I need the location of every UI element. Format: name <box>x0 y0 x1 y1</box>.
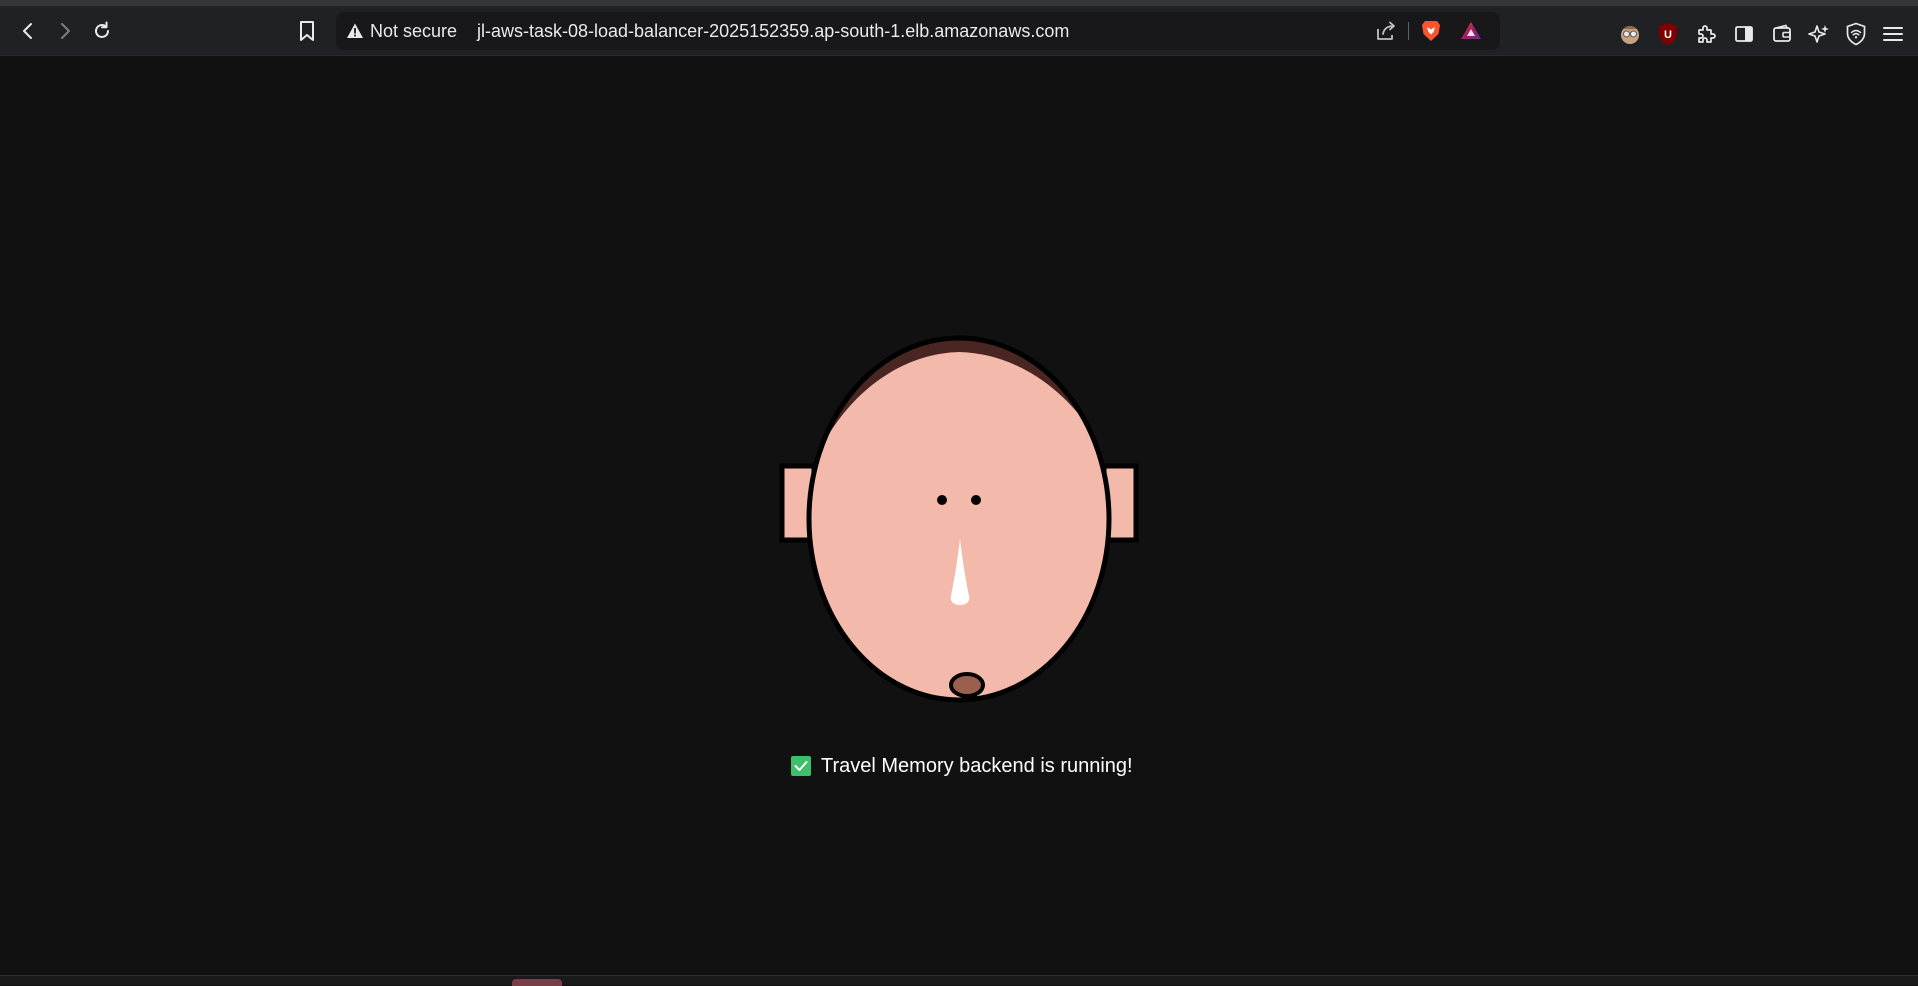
menu-button[interactable] <box>1881 22 1905 46</box>
ublock-button[interactable]: U <box>1656 22 1680 46</box>
status-message: Travel Memory backend is running! <box>791 752 1133 780</box>
leo-ai-button[interactable] <box>1807 22 1831 46</box>
page-content: Travel Memory backend is running! <box>0 56 1918 975</box>
vpn-button[interactable] <box>1844 22 1868 46</box>
share-icon <box>1377 21 1395 40</box>
url-text[interactable]: jl-aws-task-08-load-balancer-2025152359.… <box>477 12 1069 50</box>
security-label: Not secure <box>370 20 458 41</box>
security-indicator[interactable]: Not secure <box>346 12 457 50</box>
vpn-icon <box>1846 22 1866 46</box>
extension-avatar-button[interactable] <box>1618 22 1642 46</box>
reload-button[interactable] <box>88 17 116 45</box>
address-divider <box>1408 22 1409 40</box>
wallet-button[interactable] <box>1770 22 1794 46</box>
share-button[interactable] <box>1374 19 1398 43</box>
brave-rewards-icon <box>1461 22 1481 39</box>
back-icon <box>23 23 32 39</box>
extensions-button[interactable] <box>1694 22 1718 46</box>
ublock-icon: U <box>1659 23 1677 45</box>
reload-icon <box>95 21 109 38</box>
back-button[interactable] <box>14 17 42 45</box>
address-bar[interactable]: Not secure jl-aws-task-08-load-balancer-… <box>336 12 1500 50</box>
forward-icon <box>61 23 70 39</box>
svg-text:U: U <box>1664 29 1672 41</box>
sidebar-button[interactable] <box>1732 22 1756 46</box>
extension-avatar-icon <box>1621 26 1639 44</box>
brave-shields-icon <box>1422 21 1440 41</box>
sidebar-icon <box>1735 26 1753 42</box>
bottom-bar <box>0 975 1918 986</box>
leo-ai-icon <box>1808 25 1829 43</box>
brave-rewards-button[interactable] <box>1459 19 1483 43</box>
right-eye <box>971 495 981 505</box>
wallet-icon <box>1773 24 1791 42</box>
browser-toolbar: Not secure jl-aws-task-08-load-balancer-… <box>0 0 1918 56</box>
checkbox-checked-icon <box>791 756 811 776</box>
warning-icon <box>347 23 363 38</box>
forward-button[interactable] <box>51 17 79 45</box>
mouth <box>949 672 985 698</box>
status-text: Travel Memory backend is running! <box>821 754 1133 777</box>
bookmark-icon <box>300 21 314 41</box>
bookmark-button[interactable] <box>293 17 321 45</box>
left-eye <box>937 495 947 505</box>
face-illustration <box>776 306 1142 732</box>
extensions-icon <box>1698 25 1716 43</box>
menu-icon <box>1883 27 1903 41</box>
brave-shields-button[interactable] <box>1419 19 1443 43</box>
